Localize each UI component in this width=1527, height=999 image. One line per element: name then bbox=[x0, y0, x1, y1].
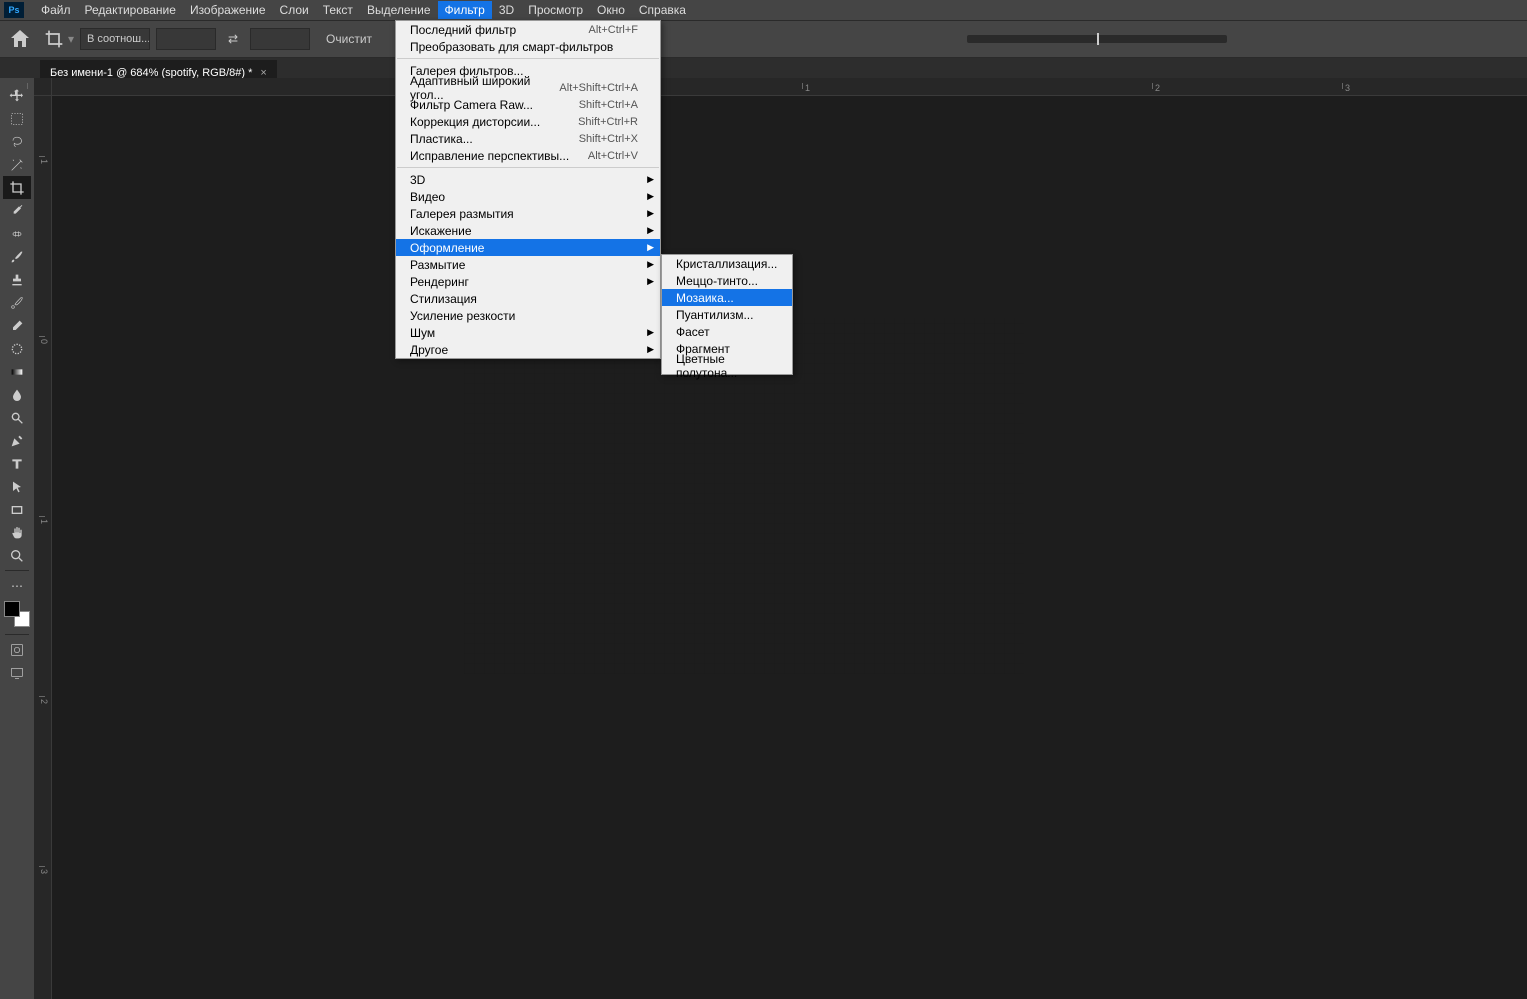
clear-button[interactable]: Очистит bbox=[316, 28, 382, 50]
tools-panel: ⋯ bbox=[0, 78, 34, 999]
width-input[interactable] bbox=[156, 28, 216, 50]
straighten-slider[interactable] bbox=[967, 35, 1227, 43]
quickmask-icon[interactable] bbox=[3, 638, 31, 661]
brush-tool[interactable] bbox=[3, 245, 31, 268]
pixelate-submenu: Кристаллизация...Меццо-тинто...Мозаика..… bbox=[661, 254, 793, 375]
history-brush-tool[interactable] bbox=[3, 291, 31, 314]
wand-tool[interactable] bbox=[3, 153, 31, 176]
menu-item[interactable]: Фильтр Camera Raw...Shift+Ctrl+A bbox=[396, 96, 660, 113]
lasso-tool[interactable] bbox=[3, 130, 31, 153]
pen-tool[interactable] bbox=[3, 429, 31, 452]
menu-item[interactable]: Видео▶ bbox=[396, 188, 660, 205]
ruler-horizontal[interactable]: 0123 bbox=[52, 78, 1527, 96]
submenu-item[interactable]: Мозаика... bbox=[662, 289, 792, 306]
height-input[interactable] bbox=[250, 28, 310, 50]
menu-item[interactable]: Усиление резкости bbox=[396, 307, 660, 324]
filter-menu: Последний фильтрAlt+Ctrl+FПреобразовать … bbox=[395, 20, 661, 359]
spotify-text-layer: spotify bbox=[585, 427, 904, 565]
submenu-item[interactable]: Меццо-тинто... bbox=[662, 272, 792, 289]
menu-item[interactable]: Преобразовать для смарт-фильтров bbox=[396, 38, 660, 55]
menu-item[interactable]: Стилизация bbox=[396, 290, 660, 307]
menubar-изображение[interactable]: Изображение bbox=[183, 1, 273, 19]
rectangle-tool[interactable] bbox=[3, 498, 31, 521]
menubar-текст[interactable]: Текст bbox=[316, 1, 360, 19]
menubar-фильтр[interactable]: Фильтр bbox=[438, 1, 492, 19]
screenmode-icon[interactable] bbox=[3, 661, 31, 684]
menu-item[interactable]: Другое▶ bbox=[396, 341, 660, 358]
crop-tool-icon bbox=[44, 29, 64, 49]
menubar-слои[interactable]: Слои bbox=[273, 1, 316, 19]
ruler-vertical[interactable]: 10123 bbox=[34, 96, 52, 999]
menu-item[interactable]: Адаптивный широкий угол...Alt+Shift+Ctrl… bbox=[396, 79, 660, 96]
ruler-corner bbox=[34, 78, 52, 96]
ps-logo-icon: Ps bbox=[4, 2, 24, 18]
crop-tool[interactable] bbox=[3, 176, 31, 199]
menubar-3d[interactable]: 3D bbox=[492, 1, 521, 19]
dodge-tool[interactable] bbox=[3, 406, 31, 429]
options-bar: ▾ В соотнош...▼ ⇄ Очистит С учетом содер… bbox=[0, 20, 1527, 58]
menubar-редактирование[interactable]: Редактирование bbox=[78, 1, 183, 19]
menu-item[interactable]: Последний фильтрAlt+Ctrl+F bbox=[396, 21, 660, 38]
menu-item[interactable]: Исправление перспективы...Alt+Ctrl+V bbox=[396, 147, 660, 164]
menu-item[interactable]: Искажение▶ bbox=[396, 222, 660, 239]
menu-item[interactable]: Размытие▶ bbox=[396, 256, 660, 273]
menubar-выделение[interactable]: Выделение bbox=[360, 1, 438, 19]
submenu-item[interactable]: Цветные полутона... bbox=[662, 357, 792, 374]
menu-item[interactable]: Пластика...Shift+Ctrl+X bbox=[396, 130, 660, 147]
menu-item[interactable]: Коррекция дисторсии...Shift+Ctrl+R bbox=[396, 113, 660, 130]
menu-item[interactable]: Оформление▶ bbox=[396, 239, 660, 256]
menubar-файл[interactable]: Файл bbox=[34, 1, 78, 19]
ratio-dropdown[interactable]: В соотнош...▼ bbox=[80, 28, 150, 50]
menubar-просмотр[interactable]: Просмотр bbox=[521, 1, 590, 19]
submenu-item[interactable]: Пуантилизм... bbox=[662, 306, 792, 323]
submenu-item[interactable]: Кристаллизация... bbox=[662, 255, 792, 272]
foreground-color[interactable] bbox=[4, 601, 20, 617]
heal-tool[interactable] bbox=[3, 337, 31, 360]
eraser-tool[interactable] bbox=[3, 314, 31, 337]
hand-tool[interactable] bbox=[3, 521, 31, 544]
home-icon[interactable] bbox=[8, 27, 32, 51]
blur-tool[interactable] bbox=[3, 383, 31, 406]
marquee-tool[interactable] bbox=[3, 107, 31, 130]
gradient-tool[interactable] bbox=[3, 360, 31, 383]
color-swatches[interactable] bbox=[4, 601, 30, 627]
edit-toolbar-icon[interactable]: ⋯ bbox=[3, 574, 31, 597]
canvas-area: 0123 10123 spotify bbox=[34, 78, 1527, 999]
menu-item[interactable]: Рендеринг▶ bbox=[396, 273, 660, 290]
menubar-справка[interactable]: Справка bbox=[632, 1, 693, 19]
eyedropper-tool[interactable] bbox=[3, 199, 31, 222]
swap-dimensions-icon[interactable]: ⇄ bbox=[222, 28, 244, 50]
menubar-окно[interactable]: Окно bbox=[590, 1, 632, 19]
menubar: Ps ФайлРедактированиеИзображениеСлоиТекс… bbox=[0, 0, 1527, 20]
menu-item[interactable]: 3D▶ bbox=[396, 171, 660, 188]
path-select-tool[interactable] bbox=[3, 475, 31, 498]
menu-item[interactable]: Шум▶ bbox=[396, 324, 660, 341]
submenu-item[interactable]: Фасет bbox=[662, 323, 792, 340]
zoom-tool[interactable] bbox=[3, 544, 31, 567]
spot-heal-tool[interactable] bbox=[3, 222, 31, 245]
stamp-tool[interactable] bbox=[3, 268, 31, 291]
menu-item[interactable]: Галерея размытия▶ bbox=[396, 205, 660, 222]
type-tool[interactable] bbox=[3, 452, 31, 475]
